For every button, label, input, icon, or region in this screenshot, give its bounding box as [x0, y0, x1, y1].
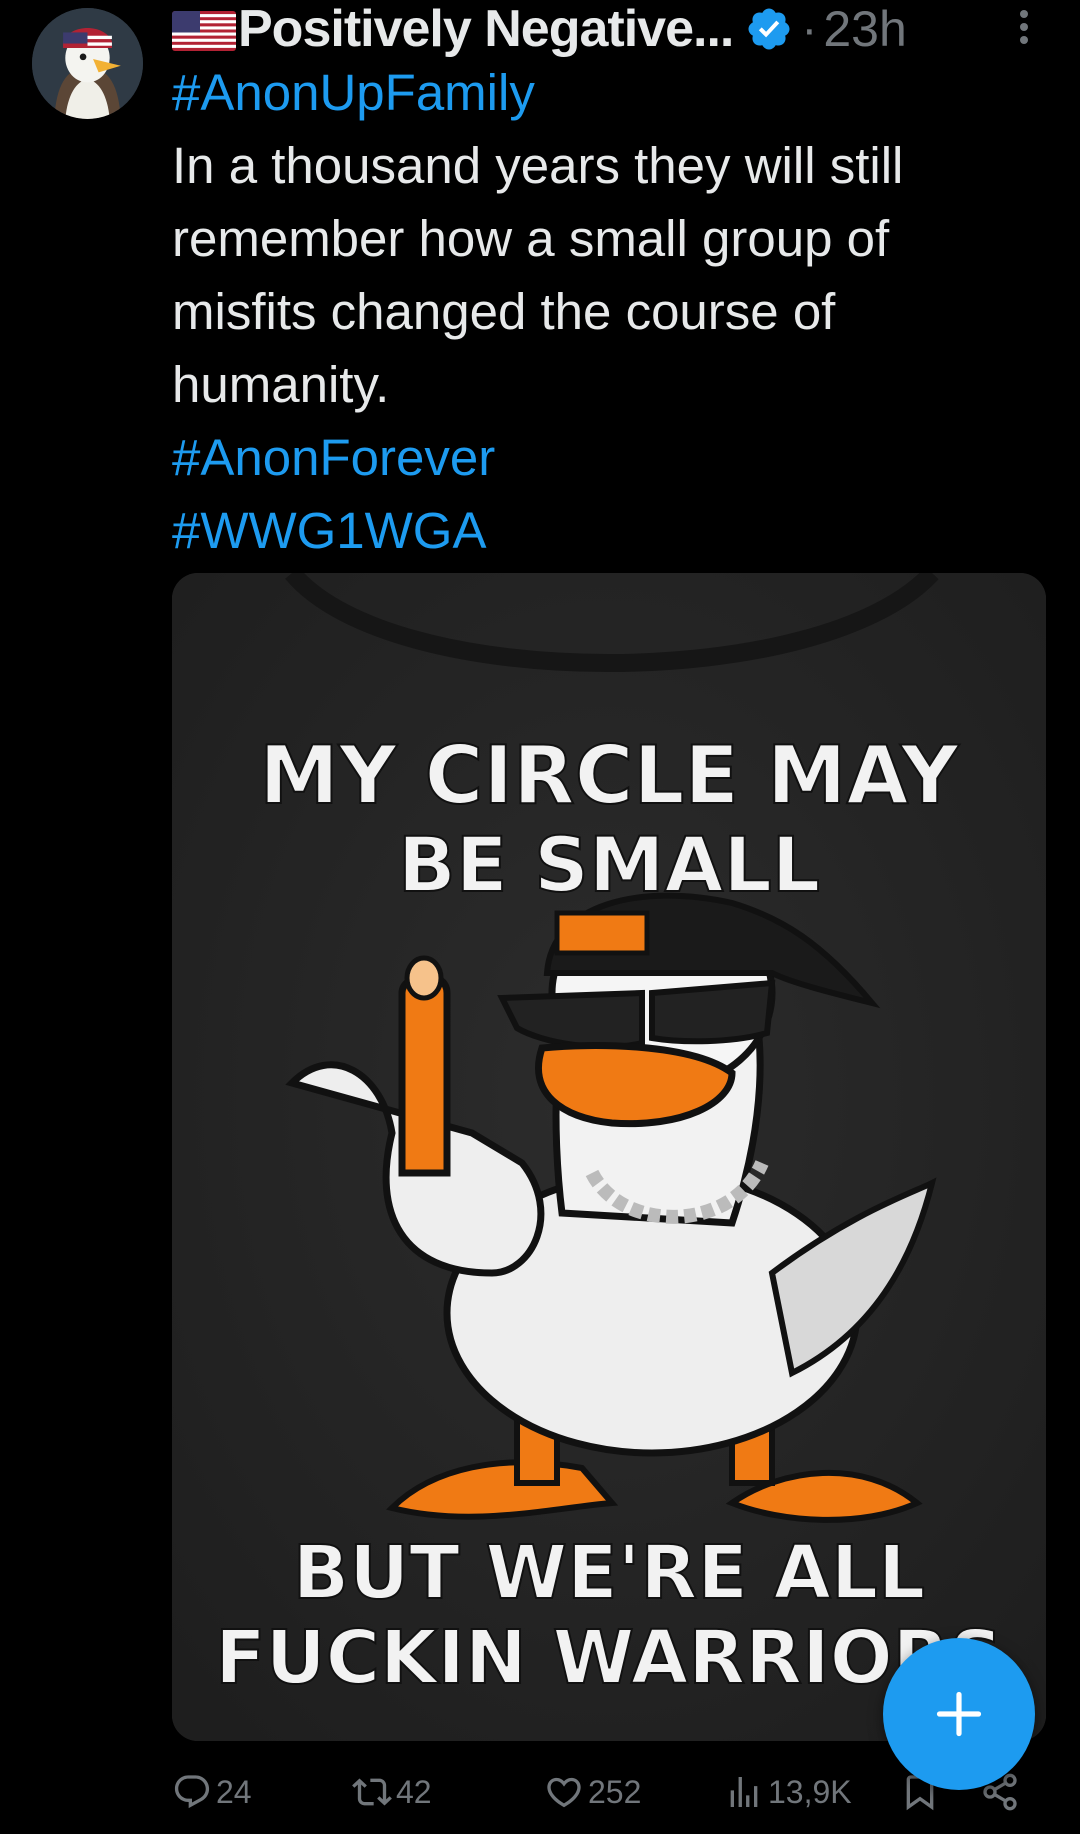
- post-text-line: misfits changed the course of: [172, 283, 836, 340]
- heart-icon: [547, 1777, 581, 1808]
- repost-count: 42: [396, 1773, 432, 1810]
- post-image[interactable]: MY CIRCLE MAY BE SMALL BUT WE'RE ALL FUC…: [172, 573, 1046, 1741]
- shirt-bottom-text-line2: FUCKIN WARRIORS: [215, 1615, 1003, 1701]
- post-header: Positively Negative... · 23h: [172, 0, 1052, 58]
- avatar[interactable]: [32, 8, 143, 119]
- repost-icon: [352, 1778, 392, 1806]
- reply-button[interactable]: 24: [172, 1762, 252, 1822]
- eagle-avatar-icon: [32, 8, 143, 119]
- tweet[interactable]: Positively Negative... · 23h #AnonUpFami…: [0, 0, 1080, 1834]
- like-button[interactable]: 252: [544, 1762, 641, 1822]
- reply-count: 24: [216, 1773, 252, 1810]
- post-text-line: humanity.: [172, 356, 390, 413]
- views-count: 13,9K: [768, 1773, 852, 1810]
- hashtag-link[interactable]: #AnonForever: [172, 421, 1042, 494]
- views-chart-icon: [730, 1777, 758, 1807]
- plus-icon: [936, 1691, 982, 1737]
- hashtag-link[interactable]: #AnonUpFamily: [172, 56, 1042, 129]
- more-options-icon[interactable]: [1014, 10, 1034, 50]
- us-flag-icon: [172, 11, 236, 51]
- hashtag-link[interactable]: #WWG1WGA: [172, 494, 1042, 567]
- shirt-top-text-line1: MY CIRCLE MAY: [259, 729, 960, 822]
- verified-badge-icon: [745, 5, 793, 53]
- repost-button[interactable]: 42: [352, 1762, 432, 1822]
- post-time[interactable]: 23h: [823, 0, 906, 58]
- post-text-line: In a thousand years they will still: [172, 137, 904, 194]
- views-button[interactable]: 13,9K: [724, 1762, 852, 1822]
- shirt-top-text-line2: BE SMALL: [398, 820, 820, 909]
- post-text-line: remember how a small group of: [172, 210, 890, 267]
- shirt-bottom-text-line1: BUT WE'RE ALL: [293, 1530, 925, 1616]
- like-count: 252: [588, 1773, 642, 1810]
- reply-icon: [174, 1775, 210, 1809]
- display-name[interactable]: Positively Negative...: [238, 0, 734, 59]
- post-text: #AnonUpFamily In a thousand years they w…: [172, 56, 1042, 567]
- separator-dot: ·: [801, 2, 818, 56]
- compose-post-button[interactable]: [883, 1638, 1035, 1790]
